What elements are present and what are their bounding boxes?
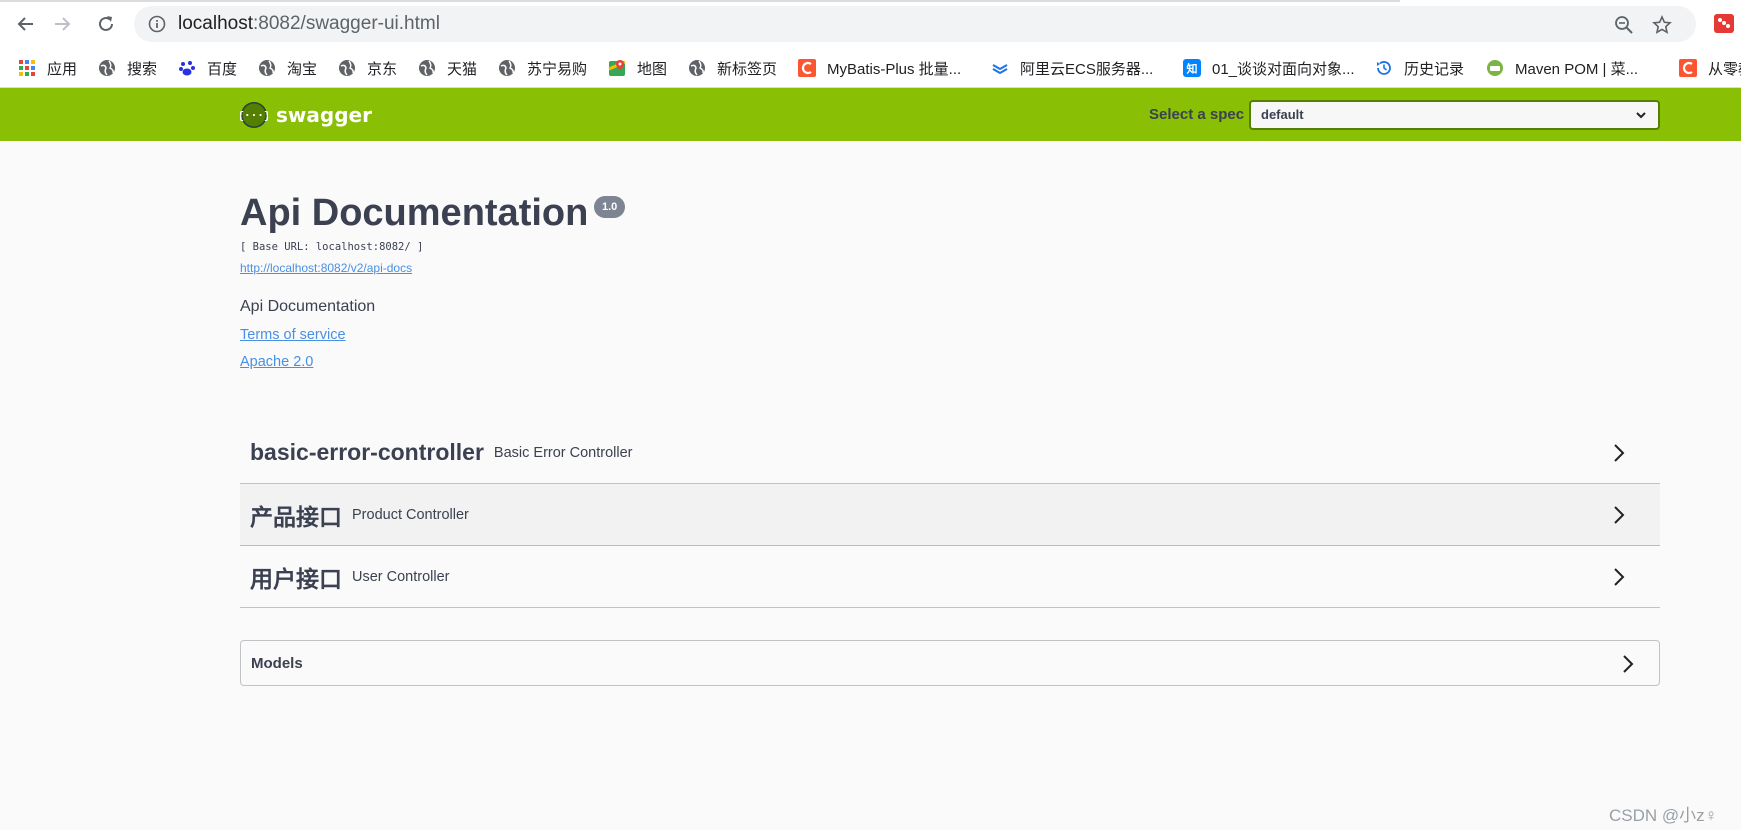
loading-bar xyxy=(0,0,1400,2)
globe-icon xyxy=(418,59,436,77)
globe-icon xyxy=(258,59,276,77)
models-section[interactable]: Models xyxy=(240,640,1660,686)
bookmark-label: 阿里云ECS服务器... xyxy=(1020,60,1154,78)
bookmark-maps[interactable]: 地图 xyxy=(608,56,667,80)
globe-icon xyxy=(98,59,116,77)
aliyun-icon xyxy=(991,59,1009,77)
base-url: [ Base URL: localhost:8082/ ] xyxy=(240,241,424,253)
globe-icon xyxy=(338,59,356,77)
chevron-right-icon xyxy=(1614,444,1625,462)
spec-select[interactable]: default xyxy=(1249,100,1660,130)
history-icon xyxy=(1375,59,1393,77)
bookmark-search[interactable]: 搜索 xyxy=(98,56,157,80)
spec-selected-value: default xyxy=(1261,107,1304,122)
tag-name: 用户接口 xyxy=(250,565,342,592)
browser-toolbar: localhost:8082/swagger-ui.html xyxy=(0,0,1741,48)
bookmark-label: 百度 xyxy=(207,60,238,78)
url-host: localhost xyxy=(178,13,253,34)
apps-grid-icon xyxy=(18,59,36,77)
logo-text: swagger xyxy=(276,103,372,127)
chevron-down-icon xyxy=(1636,112,1646,119)
bookmark-label: 应用 xyxy=(47,60,78,78)
bookmark-label: 京东 xyxy=(367,60,398,78)
models-label: Models xyxy=(251,655,303,672)
bookmark-label: 搜索 xyxy=(127,60,158,78)
extension-icon[interactable] xyxy=(1711,10,1737,36)
tag-product[interactable]: 产品接口 Product Controller xyxy=(240,484,1660,546)
page-title: Api Documentation xyxy=(240,192,589,234)
tag-description: Basic Error Controller xyxy=(493,444,633,461)
zoom-icon[interactable] xyxy=(1614,15,1634,35)
bookmark-label: Maven POM | 菜... xyxy=(1515,60,1639,78)
svg-text:知: 知 xyxy=(1186,62,1198,76)
watermark: CSDN @小z♀ xyxy=(1609,806,1718,825)
arrow-left-icon xyxy=(17,17,33,31)
bookmark-taobao[interactable]: 淘宝 xyxy=(258,56,317,80)
bookmark-suning[interactable]: 苏宁易购 xyxy=(498,56,587,80)
url-path: :8082/swagger-ui.html xyxy=(253,13,440,34)
chevron-right-icon xyxy=(1614,506,1625,524)
api-docs-link[interactable]: http://localhost:8082/v2/api-docs xyxy=(240,261,412,275)
csdn-c-icon xyxy=(798,59,816,77)
reload-icon xyxy=(99,16,113,31)
tag-description: User Controller xyxy=(352,568,450,585)
bookmark-label: 从零教 xyxy=(1708,60,1741,78)
info-icon[interactable] xyxy=(148,15,166,33)
api-description: Api Documentation xyxy=(240,298,376,315)
bookmark-label: 苏宁易购 xyxy=(527,60,588,78)
bookmark-csdn[interactable]: 从零教 xyxy=(1679,56,1741,80)
runoob-icon xyxy=(1486,59,1504,77)
zhihu-icon: 知 xyxy=(1183,59,1201,77)
bookmark-tmall[interactable]: 天猫 xyxy=(418,56,477,80)
back-button[interactable] xyxy=(12,10,40,38)
bookmark-star-icon[interactable] xyxy=(1652,15,1672,35)
chevron-right-icon xyxy=(1623,655,1634,673)
bookmark-newtab[interactable]: 新标签页 xyxy=(688,56,777,80)
csdn-c-icon xyxy=(1679,59,1697,77)
bookmark-label: 01_谈谈对面向对象... xyxy=(1212,60,1355,78)
bookmark-apps[interactable]: 应用 xyxy=(18,56,77,80)
bookmark-label: MyBatis-Plus 批量... xyxy=(827,60,962,78)
forward-button[interactable] xyxy=(48,10,76,38)
chevron-right-icon xyxy=(1614,568,1625,586)
bookmark-jd[interactable]: 京东 xyxy=(338,56,397,80)
maps-pin-icon xyxy=(608,59,626,77)
tag-basic-error-controller[interactable]: basic-error-controller Basic Error Contr… xyxy=(240,422,1660,484)
swagger-logo-icon: {···} xyxy=(240,102,268,128)
bookmark-label: 天猫 xyxy=(447,60,478,78)
arrow-right-icon xyxy=(55,17,71,31)
tag-name: basic-error-controller xyxy=(250,439,484,465)
bookmark-maven[interactable]: Maven POM | 菜... xyxy=(1486,56,1638,80)
bookmark-baidu[interactable]: 百度 xyxy=(178,56,237,80)
bookmark-aliyun[interactable]: 阿里云ECS服务器... xyxy=(991,56,1153,80)
swagger-topbar: {···} swagger Select a spec default xyxy=(0,88,1741,141)
bookmark-zhihu[interactable]: 知 01_谈谈对面向对象... xyxy=(1183,56,1355,80)
terms-of-service-link[interactable]: Terms of service xyxy=(240,327,346,343)
address-bar[interactable]: localhost:8082/swagger-ui.html xyxy=(134,6,1696,42)
bookmark-history[interactable]: 历史记录 xyxy=(1375,56,1464,80)
baidu-paw-icon xyxy=(178,59,196,77)
version-badge: 1.0 xyxy=(594,196,626,218)
bookmark-label: 新标签页 xyxy=(717,60,778,78)
bookmarks-bar: 应用 搜索 百度 淘宝 京东 天猫 苏宁易购 地图 新标签页 MyBatis-P… xyxy=(0,48,1741,88)
spec-label: Select a spec xyxy=(1149,106,1245,123)
globe-icon xyxy=(688,59,706,77)
tag-description: Product Controller xyxy=(352,506,469,523)
globe-icon xyxy=(498,59,516,77)
reload-button[interactable] xyxy=(92,10,120,38)
tag-user[interactable]: 用户接口 User Controller xyxy=(240,546,1660,608)
license-link[interactable]: Apache 2.0 xyxy=(240,354,313,370)
tag-name: 产品接口 xyxy=(250,503,342,530)
bookmark-mybatis[interactable]: MyBatis-Plus 批量... xyxy=(798,56,961,80)
bookmark-label: 历史记录 xyxy=(1404,60,1465,78)
svg-text:{···}: {···} xyxy=(240,109,268,122)
bookmark-label: 淘宝 xyxy=(287,60,318,78)
url-text[interactable]: localhost:8082/swagger-ui.html xyxy=(178,13,440,35)
swagger-logo[interactable]: {···} swagger xyxy=(240,101,372,129)
bookmark-label: 地图 xyxy=(637,60,668,78)
